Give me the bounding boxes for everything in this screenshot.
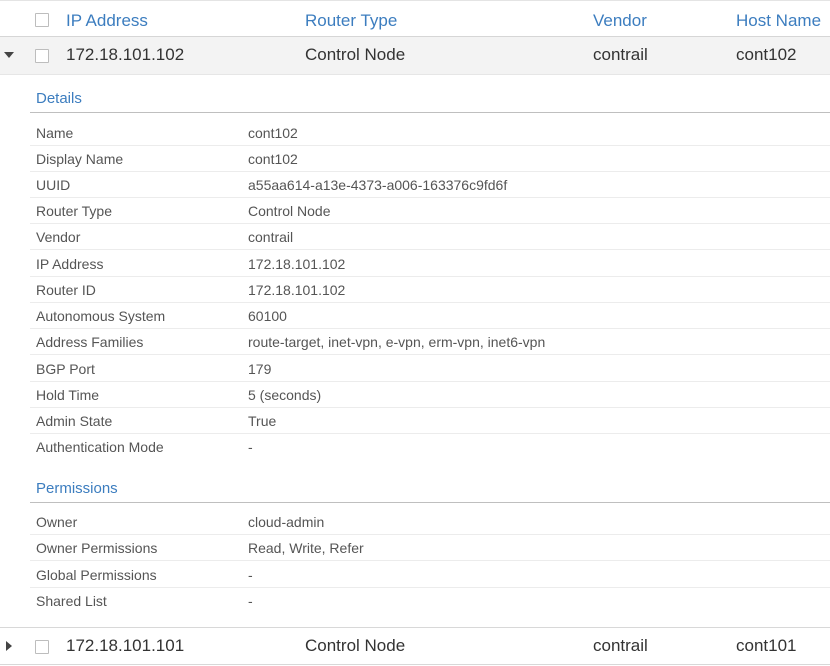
select-all-checkbox[interactable] xyxy=(35,13,49,27)
table-row[interactable]: 172.18.101.102 Control Node contrail con… xyxy=(0,37,830,75)
detail-label: Display Name xyxy=(36,151,124,167)
permission-row-shared-list: Shared List - xyxy=(30,588,830,614)
detail-label: Authentication Mode xyxy=(36,439,164,455)
detail-label: Hold Time xyxy=(36,387,100,403)
detail-value: 60100 xyxy=(248,308,287,324)
detail-label: Router ID xyxy=(36,282,96,298)
column-header-router-type[interactable]: Router Type xyxy=(305,11,397,31)
cell-ip-address: 172.18.101.101 xyxy=(66,636,185,655)
permission-label: Owner xyxy=(36,514,78,530)
cell-router-type: Control Node xyxy=(305,636,406,655)
permission-value: - xyxy=(248,593,253,609)
permission-label: Global Permissions xyxy=(36,567,157,583)
detail-label: Admin State xyxy=(36,413,113,429)
permissions-divider xyxy=(30,502,830,503)
bgp-routers-grid: IP Address Router Type Vendor Host Name … xyxy=(0,0,830,666)
detail-row-name: Name cont102 xyxy=(30,120,830,146)
detail-value: a55aa614-a13e-4373-a006-163376c9fd6f xyxy=(248,177,508,193)
detail-row-display-name: Display Name cont102 xyxy=(30,146,830,172)
cell-router-type: Control Node xyxy=(305,45,406,64)
detail-value: cont102 xyxy=(248,125,298,141)
detail-value: True xyxy=(248,413,277,429)
details-section-title: Details xyxy=(36,90,82,107)
permission-row-owner: Owner cloud-admin xyxy=(30,509,830,535)
column-header-ip-address[interactable]: IP Address xyxy=(66,11,148,31)
detail-row-ip-address: IP Address 172.18.101.102 xyxy=(30,251,830,277)
column-header-vendor[interactable]: Vendor xyxy=(593,11,647,31)
cell-vendor: contrail xyxy=(593,636,648,655)
detail-row-router-id: Router ID 172.18.101.102 xyxy=(30,277,830,303)
detail-row-autonomous-system: Autonomous System 60100 xyxy=(30,303,830,329)
detail-label: Name xyxy=(36,125,74,141)
detail-label: Address Families xyxy=(36,334,144,350)
detail-row-address-families: Address Families route-target, inet-vpn,… xyxy=(30,329,830,355)
details-divider xyxy=(30,112,830,113)
permission-row-owner-permissions: Owner Permissions Read, Write, Refer xyxy=(30,535,830,561)
detail-label: Vendor xyxy=(36,229,81,245)
detail-value: route-target, inet-vpn, e-vpn, erm-vpn, … xyxy=(248,334,546,350)
cell-ip-address: 172.18.101.102 xyxy=(66,45,185,64)
cell-host-name: cont102 xyxy=(736,45,797,64)
detail-row-hold-time: Hold Time 5 (seconds) xyxy=(30,382,830,408)
detail-value: 5 (seconds) xyxy=(248,387,322,403)
detail-row-authentication-mode: Authentication Mode - xyxy=(30,434,830,460)
row-checkbox[interactable] xyxy=(35,49,49,63)
detail-value: 179 xyxy=(248,361,272,377)
detail-value: - xyxy=(248,439,253,455)
row-checkbox[interactable] xyxy=(35,640,49,654)
detail-value: cont102 xyxy=(248,151,298,167)
detail-label: Router Type xyxy=(36,203,113,219)
detail-label: Autonomous System xyxy=(36,308,166,324)
detail-label: IP Address xyxy=(36,256,104,272)
permission-label: Owner Permissions xyxy=(36,540,158,556)
caret-right-icon[interactable] xyxy=(3,640,15,652)
permission-label: Shared List xyxy=(36,593,107,609)
detail-row-bgp-port: BGP Port 179 xyxy=(30,356,830,382)
detail-value: Control Node xyxy=(248,203,331,219)
permission-value: cloud-admin xyxy=(248,514,325,530)
detail-value: 172.18.101.102 xyxy=(248,282,346,298)
detail-label: BGP Port xyxy=(36,361,95,377)
permission-value: - xyxy=(248,567,253,583)
cell-vendor: contrail xyxy=(593,45,648,64)
table-row[interactable]: 172.18.101.101 Control Node contrail con… xyxy=(0,627,830,665)
detail-row-router-type: Router Type Control Node xyxy=(30,198,830,224)
permission-row-global-permissions: Global Permissions - xyxy=(30,562,830,588)
detail-value: contrail xyxy=(248,229,294,245)
detail-value: 172.18.101.102 xyxy=(248,256,346,272)
column-header-host-name[interactable]: Host Name xyxy=(736,11,821,31)
detail-row-admin-state: Admin State True xyxy=(30,408,830,434)
detail-row-vendor: Vendor contrail xyxy=(30,224,830,250)
detail-label: UUID xyxy=(36,177,71,193)
caret-down-icon[interactable] xyxy=(3,49,15,61)
permission-value: Read, Write, Refer xyxy=(248,540,364,556)
permissions-section-title: Permissions xyxy=(36,480,118,497)
detail-row-uuid: UUID a55aa614-a13e-4373-a006-163376c9fd6… xyxy=(30,172,830,198)
grid-header: IP Address Router Type Vendor Host Name xyxy=(0,0,830,37)
cell-host-name: cont101 xyxy=(736,636,797,655)
